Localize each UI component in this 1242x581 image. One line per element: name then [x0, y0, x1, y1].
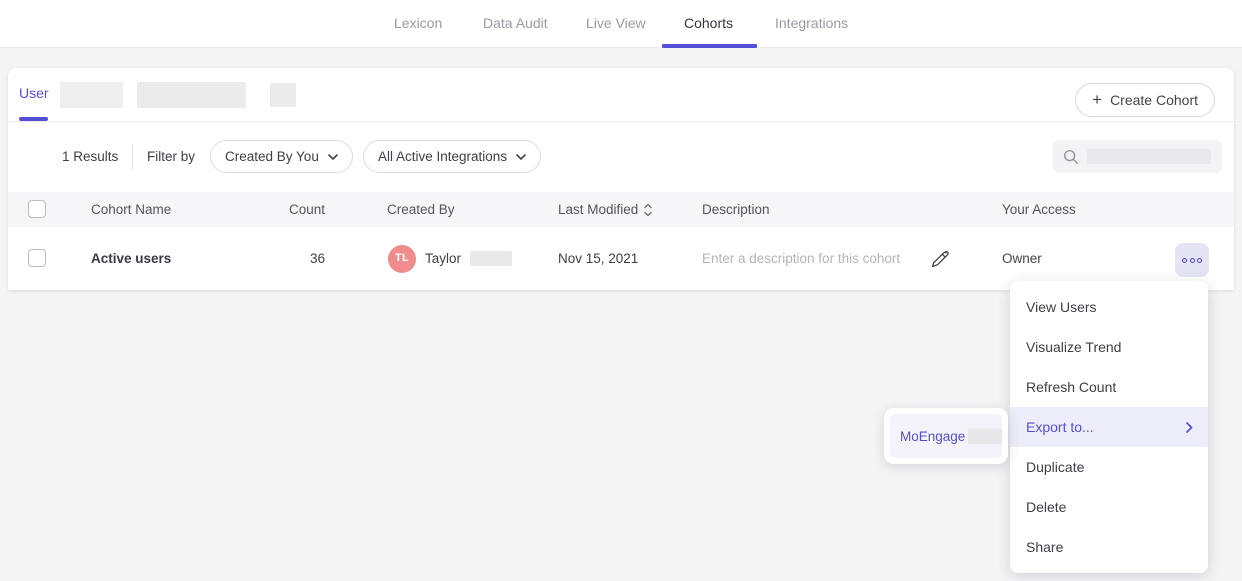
pencil-icon: [930, 249, 950, 269]
search-input[interactable]: [1053, 140, 1222, 173]
cohort-type-tabs: User + Create Cohort: [8, 68, 1234, 122]
tab-user[interactable]: User: [19, 68, 49, 122]
integrations-filter-dropdown[interactable]: All Active Integrations: [363, 140, 541, 173]
active-tab-underline: [19, 117, 48, 121]
plus-icon: +: [1092, 91, 1102, 108]
results-count: 1 Results: [62, 122, 118, 192]
menu-item-delete[interactable]: Delete: [1010, 487, 1208, 527]
redacted-last-name: [470, 251, 512, 266]
divider: [132, 144, 133, 170]
redacted-tab: [137, 82, 246, 108]
cohort-name-link[interactable]: Active users: [91, 227, 171, 290]
menu-item-export-to[interactable]: Export to...: [1010, 407, 1208, 447]
redacted-search-text: [1087, 149, 1211, 164]
created-by-cell: TL Taylor: [388, 227, 512, 290]
chevron-down-icon: [516, 154, 526, 160]
edit-description-button[interactable]: [930, 249, 950, 269]
nav-item-lexicon[interactable]: Lexicon: [394, 0, 442, 47]
cohorts-page: { "colors": { "accent": "#554fd8", "avat…: [0, 0, 1242, 581]
integrations-filter-label: All Active Integrations: [378, 149, 507, 164]
cohorts-card: User + Create Cohort 1 Results Filter by…: [8, 68, 1234, 290]
nav-item-cohorts[interactable]: Cohorts: [684, 0, 733, 47]
create-cohort-label: Create Cohort: [1110, 92, 1198, 108]
sort-icon[interactable]: [644, 203, 652, 217]
created-by-filter-dropdown[interactable]: Created By You: [210, 140, 353, 173]
col-header-description[interactable]: Description: [702, 192, 770, 227]
col-header-count[interactable]: Count: [289, 192, 325, 227]
filter-toolbar: 1 Results Filter by Created By You All A…: [8, 122, 1234, 192]
menu-item-export-to-label: Export to...: [1026, 419, 1094, 435]
created-by-name: Taylor: [425, 227, 461, 290]
nav-item-data-audit[interactable]: Data Audit: [483, 0, 548, 47]
col-header-created-by[interactable]: Created By: [387, 192, 455, 227]
col-header-cohort-name[interactable]: Cohort Name: [91, 192, 171, 227]
created-by-filter-label: Created By You: [225, 149, 319, 164]
redacted-tab: [60, 82, 123, 108]
search-icon: [1062, 148, 1080, 166]
menu-item-share[interactable]: Share: [1010, 527, 1208, 567]
menu-item-visualize-trend[interactable]: Visualize Trend: [1010, 327, 1208, 367]
more-options-icon: [1190, 258, 1195, 263]
select-all-checkbox[interactable]: [28, 200, 46, 218]
nav-item-live-view[interactable]: Live View: [586, 0, 646, 47]
cohort-count: 36: [310, 227, 325, 290]
description-placeholder[interactable]: Enter a description for this cohort: [702, 227, 900, 290]
submenu-item-moengage-label: MoEngage: [900, 429, 965, 444]
context-menu: View Users Visualize Trend Refresh Count…: [1010, 281, 1208, 573]
chevron-down-icon: [328, 154, 338, 160]
redacted-submenu-text: [968, 429, 1002, 444]
last-modified-cell: Nov 15, 2021: [558, 227, 638, 290]
row-checkbox[interactable]: [28, 249, 46, 267]
nav-item-integrations[interactable]: Integrations: [775, 0, 848, 47]
col-header-last-modified[interactable]: Last Modified: [558, 192, 652, 227]
col-header-last-modified-label: Last Modified: [558, 192, 638, 227]
create-cohort-button[interactable]: + Create Cohort: [1075, 83, 1215, 117]
more-options-button[interactable]: [1175, 243, 1209, 277]
col-header-your-access[interactable]: Your Access: [1002, 192, 1076, 227]
table-header: Cohort Name Count Created By Last Modifi…: [8, 192, 1234, 227]
filter-by-label: Filter by: [147, 122, 195, 192]
menu-item-refresh-count[interactable]: Refresh Count: [1010, 367, 1208, 407]
menu-item-duplicate[interactable]: Duplicate: [1010, 447, 1208, 487]
active-nav-underline: [662, 44, 757, 48]
top-nav: Lexicon Data Audit Live View Cohorts Int…: [0, 0, 1242, 48]
submenu-item-moengage[interactable]: MoEngage: [890, 414, 1002, 458]
avatar: TL: [388, 245, 416, 273]
more-options-icon: [1197, 258, 1202, 263]
export-submenu: MoEngage: [884, 408, 1008, 464]
chevron-right-icon: [1186, 407, 1193, 447]
more-options-icon: [1182, 258, 1187, 263]
redacted-tab: [270, 83, 296, 107]
menu-item-view-users[interactable]: View Users: [1010, 287, 1208, 327]
